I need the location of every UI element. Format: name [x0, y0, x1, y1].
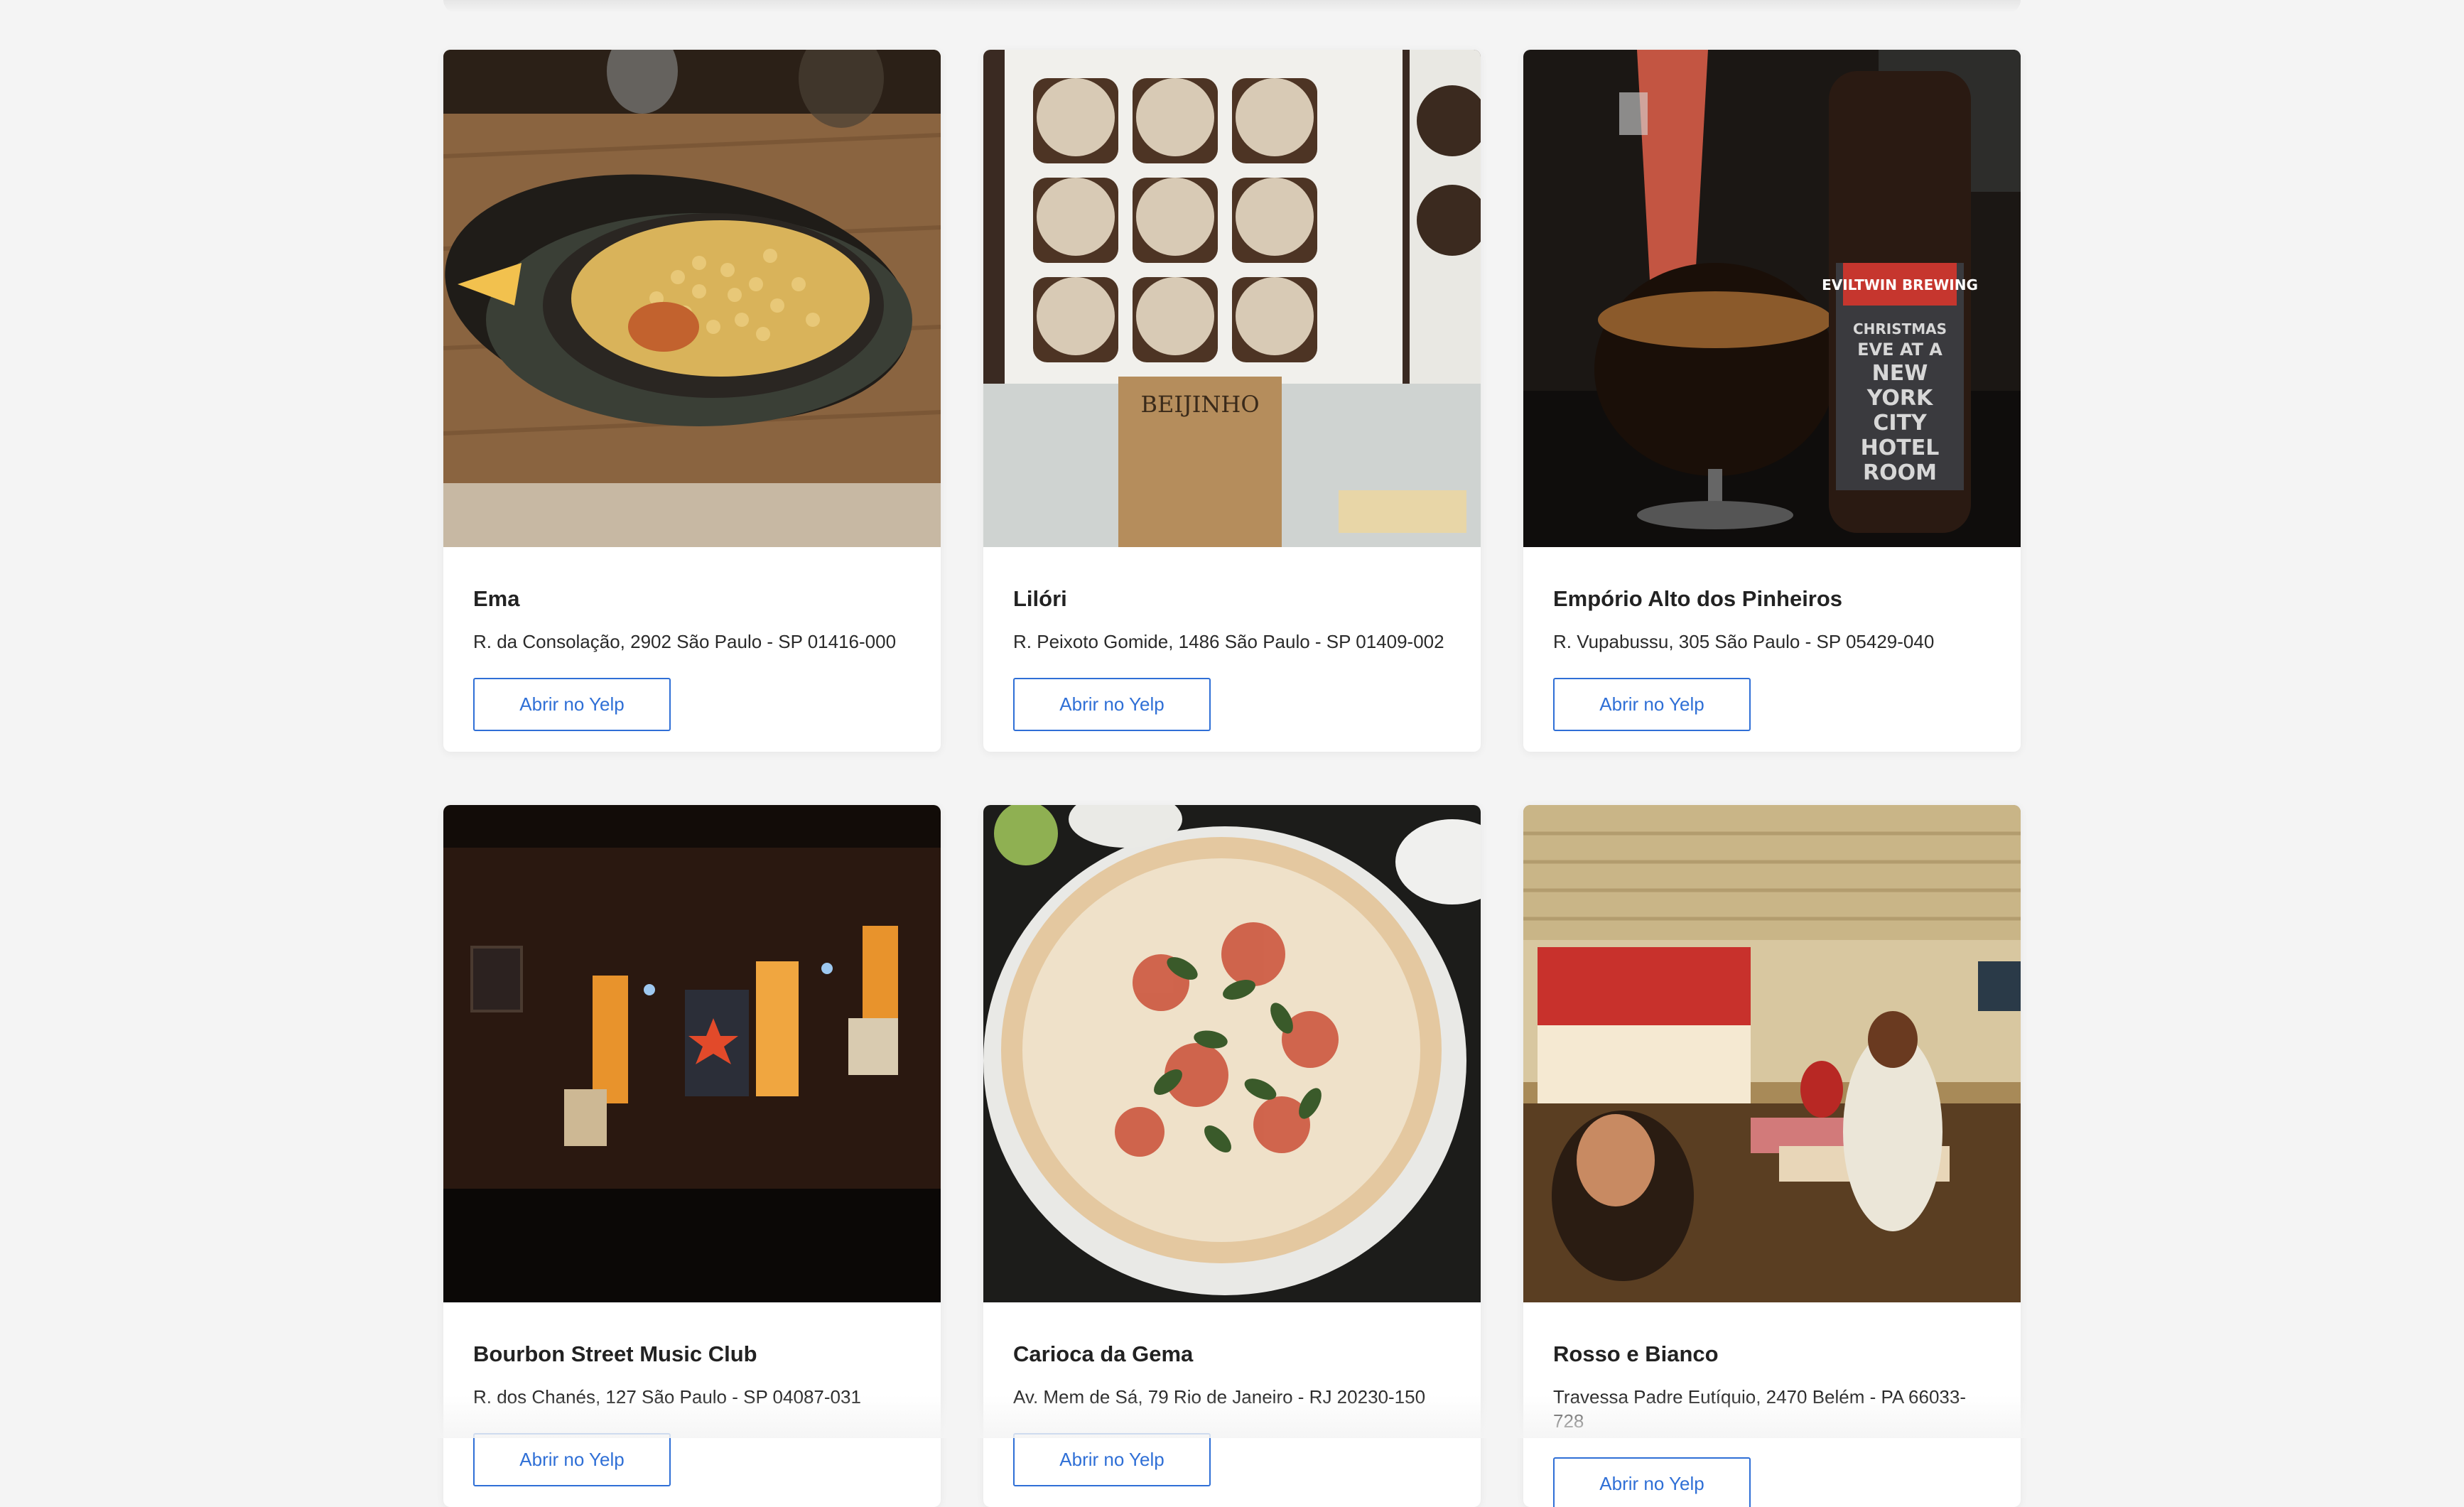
- restaurant-card: Ema R. da Consolação, 2902 São Paulo - S…: [443, 50, 941, 752]
- open-in-yelp-button[interactable]: Abrir no Yelp: [1013, 1433, 1211, 1486]
- svg-text:EVE AT A: EVE AT A: [1857, 340, 1942, 360]
- previous-section-edge: [443, 0, 2021, 13]
- svg-text:CHRISTMAS: CHRISTMAS: [1853, 320, 1947, 337]
- open-in-yelp-button[interactable]: Abrir no Yelp: [473, 1433, 671, 1486]
- restaurant-address: Av. Mem de Sá, 79 Rio de Janeiro - RJ 20…: [1013, 1386, 1426, 1408]
- restaurant-name: Carioca da Gema: [1013, 1341, 1194, 1366]
- restaurant-address: R. Vupabussu, 305 São Paulo - SP 05429-0…: [1553, 631, 1935, 652]
- svg-text:CITY: CITY: [1873, 411, 1928, 436]
- svg-text:YORK: YORK: [1866, 386, 1934, 411]
- svg-text:EVILTWIN BREWING: EVILTWIN BREWING: [1822, 276, 1978, 293]
- restaurant-address: R. da Consolação, 2902 São Paulo - SP 01…: [473, 631, 897, 652]
- open-in-yelp-button[interactable]: Abrir no Yelp: [1013, 678, 1211, 731]
- restaurant-name: Bourbon Street Music Club: [473, 1341, 757, 1366]
- svg-text:HOTEL: HOTEL: [1861, 436, 1940, 460]
- open-in-yelp-button[interactable]: Abrir no Yelp: [1553, 678, 1751, 731]
- restaurant-address: R. Peixoto Gomide, 1486 São Paulo - SP 0…: [1013, 631, 1444, 652]
- restaurant-card: Rosso e Bianco Travessa Padre Eutíquio, …: [1523, 805, 2021, 1507]
- restaurant-name: Ema: [473, 586, 520, 611]
- restaurant-photo-rosso: [1523, 805, 2021, 1302]
- restaurant-name: Rosso e Bianco: [1553, 1341, 1719, 1366]
- restaurant-address: R. dos Chanés, 127 São Paulo - SP 04087-…: [473, 1386, 861, 1408]
- restaurant-card: BEIJINHO Lilóri R. Peixoto Gomide, 1486 …: [983, 50, 1481, 752]
- restaurant-photo-emporio: EVILTWIN BREWING CHRISTMAS EVE AT A NEW …: [1523, 50, 2021, 547]
- restaurant-card: Bourbon Street Music Club R. dos Chanés,…: [443, 805, 941, 1507]
- open-in-yelp-button[interactable]: Abrir no Yelp: [1553, 1457, 1751, 1507]
- restaurant-name: Lilóri: [1013, 586, 1067, 611]
- restaurant-photo-bourbon: [443, 805, 941, 1302]
- restaurant-card: Carioca da Gema Av. Mem de Sá, 79 Rio de…: [983, 805, 1481, 1507]
- restaurant-grid: Ema R. da Consolação, 2902 São Paulo - S…: [443, 50, 2021, 1507]
- svg-text:BEIJINHO: BEIJINHO: [1140, 391, 1259, 418]
- restaurant-name: Empório Alto dos Pinheiros: [1553, 586, 1843, 611]
- restaurant-card: EVILTWIN BREWING CHRISTMAS EVE AT A NEW …: [1523, 50, 2021, 752]
- restaurant-photo-carioca: [983, 805, 1481, 1302]
- restaurant-photo-lilori: BEIJINHO: [983, 50, 1481, 547]
- open-in-yelp-button[interactable]: Abrir no Yelp: [473, 678, 671, 731]
- restaurant-photo-ema: [443, 50, 941, 547]
- restaurant-address: Travessa Padre Eutíquio, 2470 Belém - PA…: [1553, 1386, 1967, 1432]
- svg-text:NEW: NEW: [1872, 361, 1928, 386]
- svg-text:ROOM: ROOM: [1863, 460, 1937, 485]
